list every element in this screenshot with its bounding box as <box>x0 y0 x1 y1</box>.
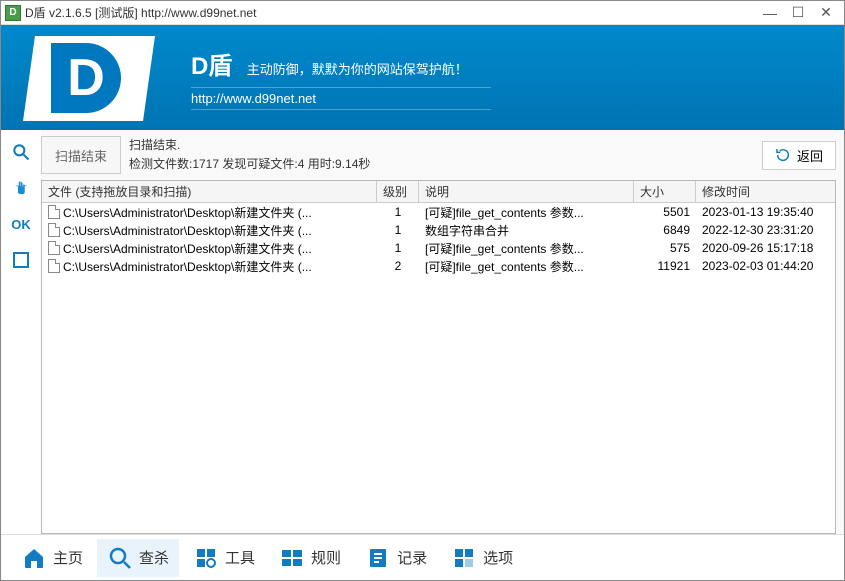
maximize-button[interactable]: ☐ <box>784 3 812 23</box>
cell-level: 2 <box>377 259 419 273</box>
file-icon <box>48 223 60 237</box>
nav-home-label: 主页 <box>53 547 83 568</box>
cell-size: 11921 <box>634 259 696 273</box>
cell-desc: [可疑]file_get_contents 参数... <box>419 258 634 275</box>
close-button[interactable]: ✕ <box>812 3 840 23</box>
banner-slogan: 主动防御，默默为你的网站保驾护航！ <box>247 62 468 77</box>
cell-time: 2023-02-03 01:44:20 <box>696 259 835 273</box>
cell-size: 575 <box>634 241 696 255</box>
table-row[interactable]: C:\Users\Administrator\Desktop\新建文件夹 (..… <box>42 203 835 221</box>
options-icon <box>451 545 477 571</box>
bottom-nav: 主页 查杀 工具 规则 记录 选项 <box>1 534 844 580</box>
nav-rules-label: 规则 <box>311 547 341 568</box>
cell-file: C:\Users\Administrator\Desktop\新建文件夹 (..… <box>42 222 377 239</box>
scan-status-button[interactable]: 扫描结束 <box>41 136 121 174</box>
cell-file: C:\Users\Administrator\Desktop\新建文件夹 (..… <box>42 204 377 221</box>
cell-level: 1 <box>377 241 419 255</box>
minimize-button[interactable]: — <box>756 3 784 23</box>
col-desc[interactable]: 说明 <box>419 181 634 202</box>
table-row[interactable]: C:\Users\Administrator\Desktop\新建文件夹 (..… <box>42 257 835 275</box>
cell-time: 2022-12-30 23:31:20 <box>696 223 835 237</box>
table-row[interactable]: C:\Users\Administrator\Desktop\新建文件夹 (..… <box>42 221 835 239</box>
rules-icon <box>279 545 305 571</box>
magnifier-icon <box>107 545 133 571</box>
banner-url: http://www.d99net.net <box>191 87 491 110</box>
ok-button[interactable]: OK <box>7 210 35 238</box>
file-icon <box>48 205 60 219</box>
nav-scan-label: 查杀 <box>139 547 169 568</box>
search-icon[interactable] <box>7 138 35 166</box>
cell-file: C:\Users\Administrator\Desktop\新建文件夹 (..… <box>42 240 377 257</box>
cell-level: 1 <box>377 205 419 219</box>
cell-desc: [可疑]file_get_contents 参数... <box>419 240 634 257</box>
cell-size: 5501 <box>634 205 696 219</box>
logo <box>11 28 176 128</box>
cell-size: 6849 <box>634 223 696 237</box>
file-icon <box>48 241 60 255</box>
status-line1: 扫描结束. <box>129 136 754 155</box>
banner: D盾 主动防御，默默为你的网站保驾护航！ http://www.d99net.n… <box>1 25 844 130</box>
status-text: 扫描结束. 检测文件数:1717 发现可疑文件:4 用时:9.14秒 <box>129 136 754 174</box>
square-icon[interactable] <box>7 246 35 274</box>
cell-level: 1 <box>377 223 419 237</box>
table-row[interactable]: C:\Users\Administrator\Desktop\新建文件夹 (..… <box>42 239 835 257</box>
cell-time: 2020-09-26 15:17:18 <box>696 241 835 255</box>
col-level[interactable]: 级别 <box>377 181 419 202</box>
hand-icon[interactable] <box>7 174 35 202</box>
nav-scan[interactable]: 查杀 <box>97 539 179 577</box>
nav-options-label: 选项 <box>483 547 513 568</box>
col-time[interactable]: 修改时间 <box>696 181 835 202</box>
back-label: 返回 <box>797 146 823 165</box>
status-line2: 检测文件数:1717 发现可疑文件:4 用时:9.14秒 <box>129 155 754 174</box>
results-table: 文件 (支持拖放目录和扫描) 级别 说明 大小 修改时间 C:\Users\Ad… <box>41 180 836 534</box>
nav-home[interactable]: 主页 <box>11 539 93 577</box>
logs-icon <box>365 545 391 571</box>
titlebar: D D盾 v2.1.6.5 [测试版] http://www.d99net.ne… <box>1 1 844 25</box>
home-icon <box>21 545 47 571</box>
back-arrow-icon <box>775 147 791 163</box>
cell-time: 2023-01-13 19:35:40 <box>696 205 835 219</box>
nav-tools-label: 工具 <box>225 547 255 568</box>
window-title: D盾 v2.1.6.5 [测试版] http://www.d99net.net <box>25 4 756 21</box>
main-window: D D盾 v2.1.6.5 [测试版] http://www.d99net.ne… <box>0 0 845 581</box>
back-button[interactable]: 返回 <box>762 141 836 170</box>
nav-logs-label: 记录 <box>397 547 427 568</box>
cell-file: C:\Users\Administrator\Desktop\新建文件夹 (..… <box>42 258 377 275</box>
col-size[interactable]: 大小 <box>634 181 696 202</box>
tools-icon <box>193 545 219 571</box>
banner-title: D盾 <box>191 46 232 81</box>
col-file[interactable]: 文件 (支持拖放目录和扫描) <box>42 181 377 202</box>
cell-desc: [可疑]file_get_contents 参数... <box>419 204 634 221</box>
cell-desc: 数组字符串合并 <box>419 222 634 239</box>
app-icon: D <box>5 5 21 21</box>
nav-rules[interactable]: 规则 <box>269 539 351 577</box>
table-header: 文件 (支持拖放目录和扫描) 级别 说明 大小 修改时间 <box>42 181 835 203</box>
side-toolbar: OK <box>1 130 41 534</box>
nav-options[interactable]: 选项 <box>441 539 523 577</box>
file-icon <box>48 259 60 273</box>
nav-tools[interactable]: 工具 <box>183 539 265 577</box>
nav-logs[interactable]: 记录 <box>355 539 437 577</box>
